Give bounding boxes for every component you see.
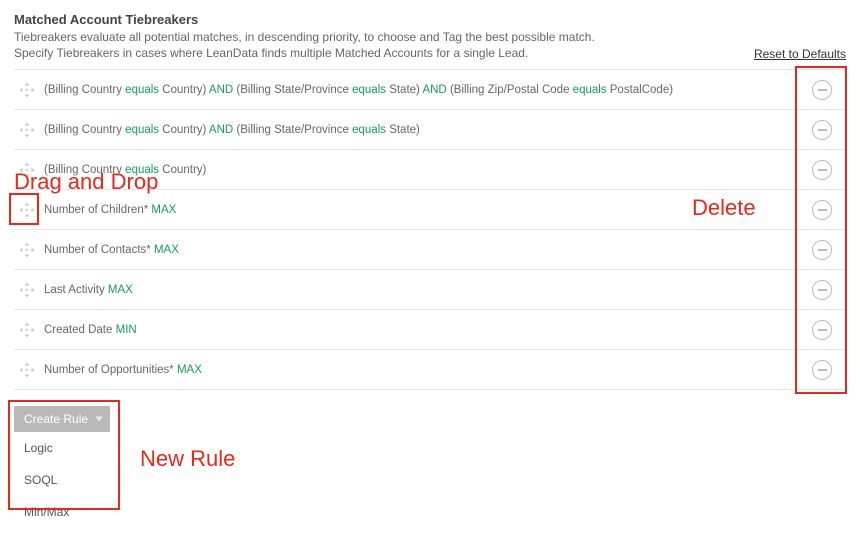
operator-equals: equals [125,84,159,96]
tiebreaker-row: Number of Children* MAX [14,190,846,230]
page-title: Matched Account Tiebreakers [14,12,742,27]
operator-and: AND [206,84,236,96]
tiebreaker-row: Number of Opportunities* MAX [14,350,846,390]
rule-expression: Created Date MIN [44,322,812,338]
drag-handle-icon[interactable] [16,159,38,181]
create-rule-box: Create Rule LogicSOQLMin/Max [14,406,846,528]
rule-expression: Last Activity MAX [44,282,812,298]
reset-to-defaults-link[interactable]: Reset to Defaults [754,47,846,61]
delete-rule-button[interactable] [812,320,832,340]
operator-max: MAX [108,284,133,296]
rule-expression: (Billing Country equals Country) [44,162,812,178]
create-rule-area: Create Rule LogicSOQLMin/Max New Rule [14,406,846,528]
subtitle-line2: Specify Tiebreakers in cases where LeanD… [14,46,528,60]
tiebreaker-row: Created Date MIN [14,310,846,350]
delete-rule-button[interactable] [812,240,832,260]
tiebreaker-row: (Billing Country equals Country) AND (Bi… [14,70,846,110]
tiebreaker-row: Number of Contacts* MAX [14,230,846,270]
create-rule-option[interactable]: SOQL [14,464,110,496]
tiebreaker-row: Last Activity MAX [14,270,846,310]
create-rule-button[interactable]: Create Rule [14,406,110,432]
operator-max: MAX [177,364,202,376]
page: Matched Account Tiebreakers Tiebreakers … [14,12,846,528]
drag-handle-icon[interactable] [16,319,38,341]
header-text: Matched Account Tiebreakers Tiebreakers … [14,12,742,61]
create-rule-option[interactable]: Logic [14,432,110,464]
rule-expression: (Billing Country equals Country) AND (Bi… [44,122,812,138]
delete-rule-button[interactable] [812,160,832,180]
rule-expression: Number of Contacts* MAX [44,242,812,258]
drag-handle-icon[interactable] [16,359,38,381]
operator-and: AND [206,124,236,136]
drag-handle-icon[interactable] [16,79,38,101]
rule-expression: Number of Opportunities* MAX [44,362,812,378]
tiebreaker-list: (Billing Country equals Country) AND (Bi… [14,69,846,390]
delete-rule-button[interactable] [812,280,832,300]
drag-handle-icon[interactable] [16,279,38,301]
subtitle-line1: Tiebreakers evaluate all potential match… [14,30,595,44]
page-subtitle: Tiebreakers evaluate all potential match… [14,29,742,61]
operator-max: MAX [154,244,179,256]
delete-rule-button[interactable] [812,200,832,220]
tiebreaker-row: (Billing Country equals Country) [14,150,846,190]
create-rule-option[interactable]: Min/Max [14,496,110,528]
delete-rule-button[interactable] [812,80,832,100]
drag-handle-icon[interactable] [16,119,38,141]
operator-equals: equals [352,124,386,136]
header: Matched Account Tiebreakers Tiebreakers … [14,12,846,61]
operator-equals: equals [573,84,607,96]
operator-and: AND [420,84,450,96]
delete-rule-button[interactable] [812,120,832,140]
drag-handle-icon[interactable] [16,239,38,261]
create-rule-menu: LogicSOQLMin/Max [14,432,110,528]
operator-max: MAX [151,204,176,216]
operator-equals: equals [125,124,159,136]
rule-expression: Number of Children* MAX [44,202,812,218]
operator-equals: equals [125,164,159,176]
delete-rule-button[interactable] [812,360,832,380]
operator-min: MIN [116,324,137,336]
drag-handle-icon[interactable] [16,199,38,221]
tiebreaker-row: (Billing Country equals Country) AND (Bi… [14,110,846,150]
operator-equals: equals [352,84,386,96]
rule-expression: (Billing Country equals Country) AND (Bi… [44,82,812,98]
